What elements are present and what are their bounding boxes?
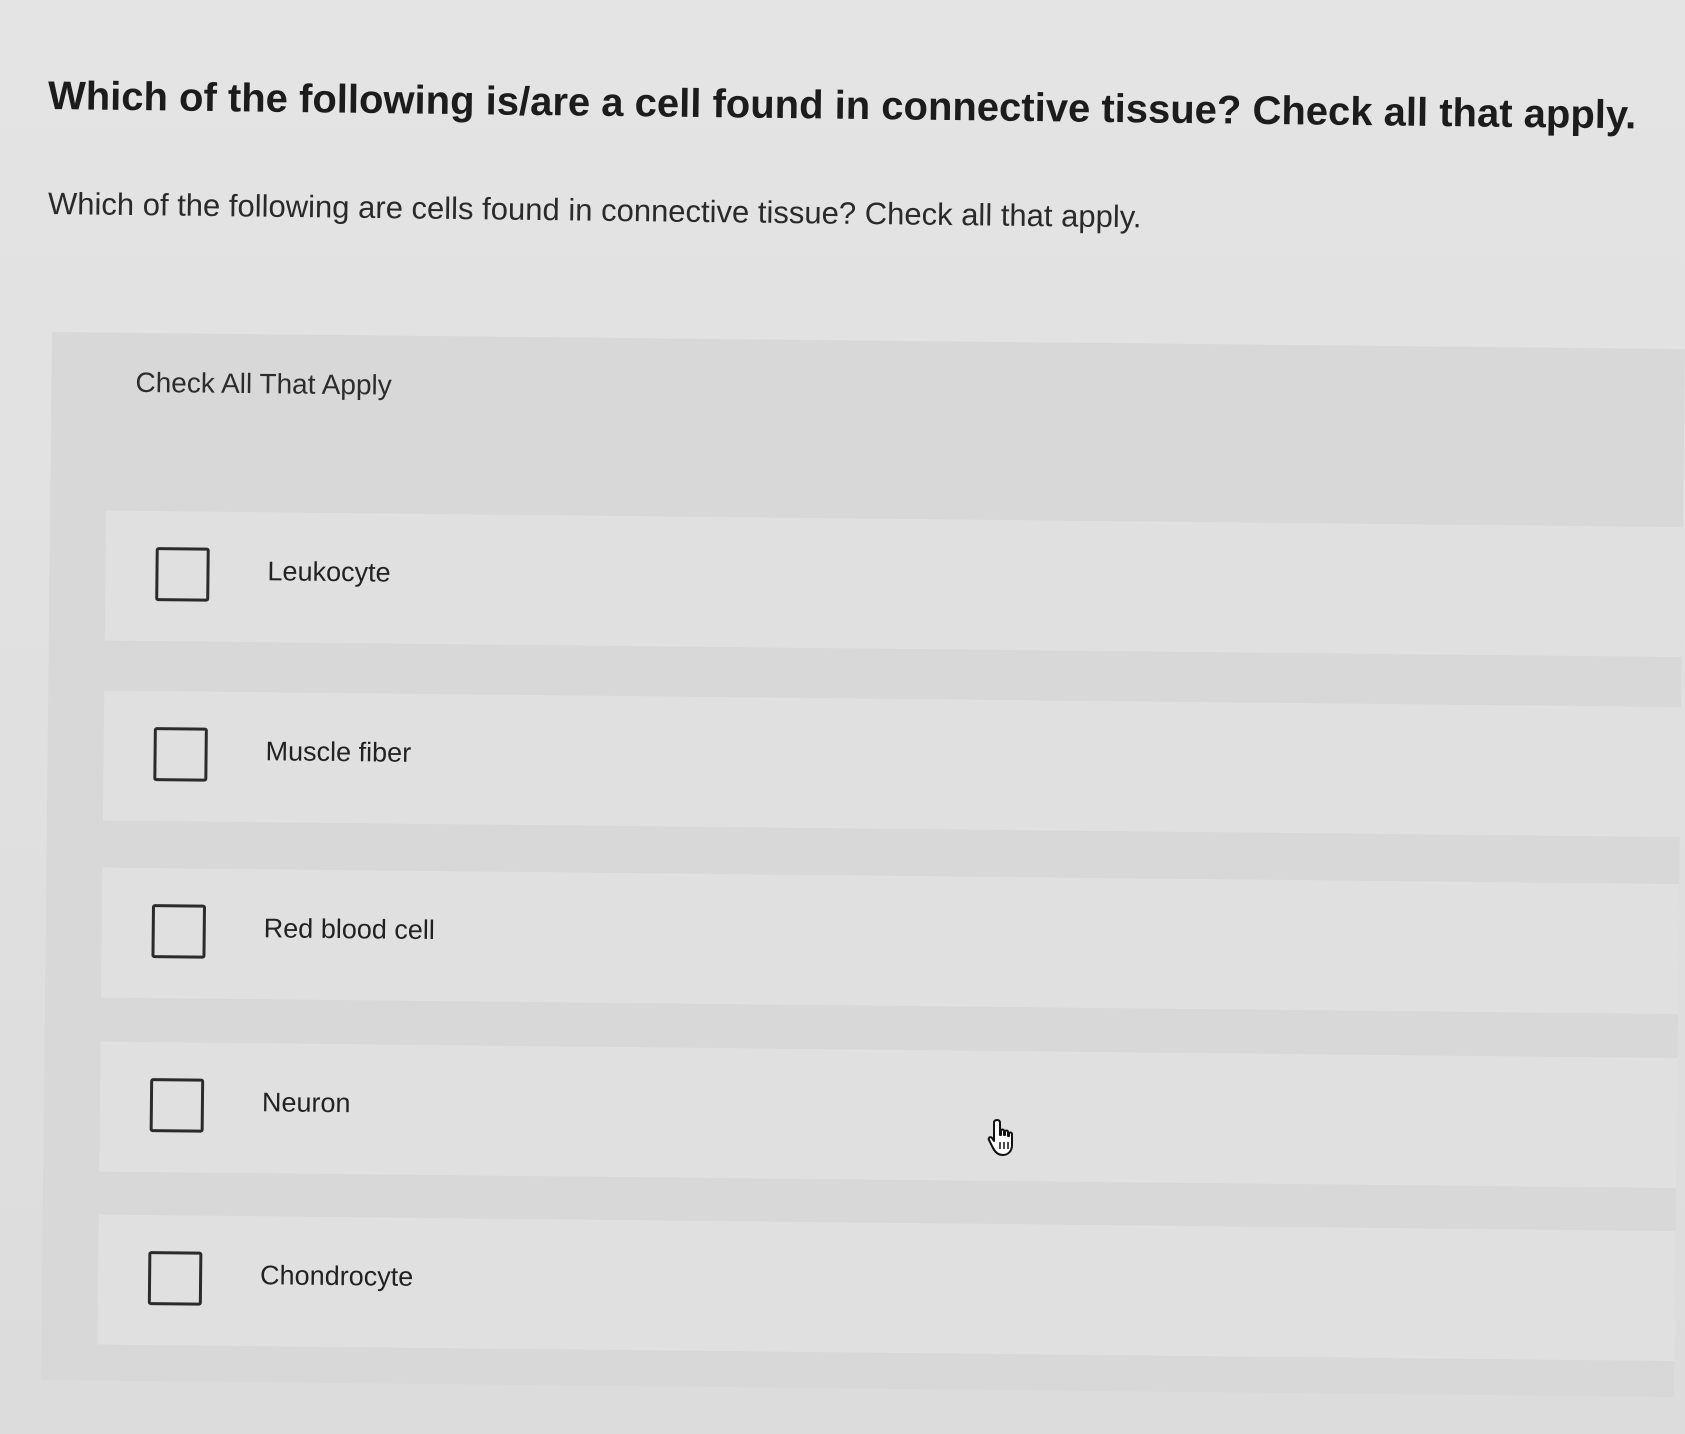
option-label: Red blood cell — [263, 913, 436, 946]
option-leukocyte[interactable]: Leukocyte — [104, 510, 1684, 658]
checkbox-leukocyte[interactable] — [155, 547, 210, 602]
quiz-page: Which of the following is/are a cell fou… — [0, 0, 1685, 1434]
hand-pointer-icon — [987, 1119, 1013, 1156]
option-label: Neuron — [261, 1087, 351, 1119]
option-red-blood-cell[interactable]: Red blood cell — [101, 867, 1680, 1015]
option-label: Leukocyte — [267, 556, 391, 588]
checkbox-neuron[interactable] — [149, 1078, 205, 1133]
panel-header: Check All That Apply — [135, 366, 392, 401]
option-chondrocyte[interactable]: Chondrocyte — [97, 1214, 1676, 1362]
option-neuron[interactable]: Neuron — [99, 1041, 1678, 1189]
checkbox-chondrocyte[interactable] — [147, 1251, 203, 1306]
option-label: Chondrocyte — [259, 1260, 414, 1292]
question-prompt: Which of the following are cells found i… — [47, 186, 1142, 235]
answer-panel: Check All That Apply Leukocyte Muscle fi… — [41, 332, 1685, 1398]
checkbox-red-blood-cell[interactable] — [151, 904, 207, 959]
option-muscle-fiber[interactable]: Muscle fiber — [102, 690, 1682, 838]
option-label: Muscle fiber — [265, 736, 412, 768]
question-title: Which of the following is/are a cell fou… — [47, 74, 1637, 138]
checkbox-muscle-fiber[interactable] — [153, 727, 208, 782]
